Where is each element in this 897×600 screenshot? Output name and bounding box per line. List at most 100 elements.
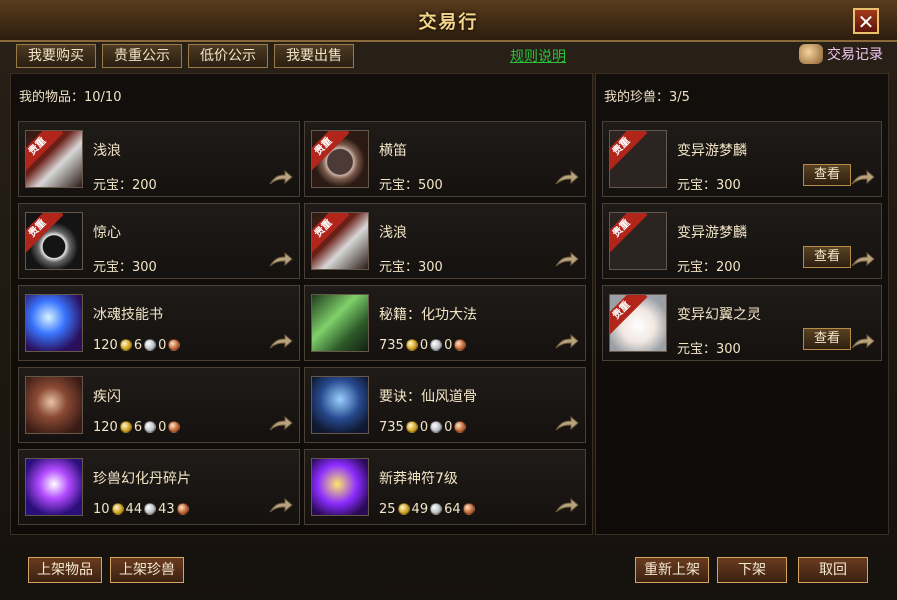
share-arrow-icon[interactable] bbox=[269, 170, 291, 186]
tab-low-price-notice[interactable]: 低价公示 bbox=[188, 44, 268, 68]
item-thumbnail bbox=[311, 376, 369, 434]
tab-bar: 我要购买 贵重公示 低价公示 我要出售 bbox=[16, 44, 354, 68]
item-card[interactable]: 要诀：仙风道骨 735 0 0 bbox=[304, 367, 586, 443]
copper-amount: 0 bbox=[444, 338, 453, 353]
share-arrow-icon[interactable] bbox=[555, 252, 577, 268]
silver-coin-icon bbox=[144, 502, 157, 515]
gold-coin-icon bbox=[405, 420, 418, 433]
item-card[interactable]: 疾闪 120 6 0 bbox=[18, 367, 300, 443]
share-arrow-icon[interactable] bbox=[269, 416, 291, 432]
item-card[interactable]: 冰魂技能书 120 6 0 bbox=[18, 285, 300, 361]
pet-card[interactable]: 贵重 变异幻翼之灵 元宝：300 查看 bbox=[602, 285, 882, 361]
pet-thumbnail: 贵重 bbox=[609, 294, 667, 352]
gold-coin-icon bbox=[119, 338, 132, 351]
price-value: 300 bbox=[716, 342, 741, 357]
view-pet-button[interactable]: 查看 bbox=[803, 328, 851, 350]
item-name: 浅浪 bbox=[379, 225, 407, 241]
pet-price: 元宝：200 bbox=[677, 256, 741, 275]
item-thumbnail bbox=[25, 458, 83, 516]
view-pet-button[interactable]: 查看 bbox=[803, 164, 851, 186]
item-card[interactable]: 贵重 惊心 元宝：300 bbox=[18, 203, 300, 279]
share-arrow-icon[interactable] bbox=[269, 252, 291, 268]
share-arrow-icon[interactable] bbox=[555, 334, 577, 350]
gold-coin-icon bbox=[119, 420, 132, 433]
item-name: 惊心 bbox=[93, 225, 121, 241]
valuable-ribbon: 贵重 bbox=[312, 131, 350, 173]
gold-coin-icon bbox=[111, 502, 124, 515]
price-label: 元宝： bbox=[677, 178, 717, 193]
silver-amount: 44 bbox=[125, 502, 143, 517]
share-arrow-icon[interactable] bbox=[555, 498, 577, 514]
item-name: 横笛 bbox=[379, 143, 407, 159]
copper-amount: 64 bbox=[444, 502, 461, 517]
tab-buy[interactable]: 我要购买 bbox=[16, 44, 96, 68]
pet-thumbnail: 贵重 bbox=[609, 212, 667, 270]
pet-name: 变异幻翼之灵 bbox=[677, 307, 761, 323]
price-label: 元宝： bbox=[93, 260, 133, 275]
price-label: 元宝： bbox=[379, 178, 419, 193]
item-name: 珍兽幻化丹碎片 bbox=[93, 471, 191, 487]
silver-coin-icon bbox=[144, 420, 157, 433]
copper-coin-icon bbox=[454, 338, 467, 351]
share-arrow-icon[interactable] bbox=[269, 334, 291, 350]
window-title: 交易行 bbox=[418, 12, 479, 33]
item-price: 元宝：500 bbox=[379, 174, 443, 193]
pet-card[interactable]: 贵重 变异游梦麟 元宝：200 查看 bbox=[602, 203, 882, 279]
list-item-button[interactable]: 上架物品 bbox=[28, 557, 102, 583]
item-card[interactable]: 珍兽幻化丹碎片 10 44 43 bbox=[18, 449, 300, 525]
item-card[interactable]: 贵重 浅浪 元宝：300 bbox=[304, 203, 586, 279]
copper-coin-icon bbox=[462, 502, 475, 515]
valuable-ribbon: 贵重 bbox=[610, 213, 648, 255]
price-value: 200 bbox=[716, 260, 741, 275]
item-price: 735 0 0 bbox=[379, 420, 468, 435]
close-button[interactable]: ✕ bbox=[853, 8, 879, 34]
unlist-button[interactable]: 下架 bbox=[717, 557, 787, 583]
trade-records-button[interactable]: 交易记录 bbox=[799, 44, 883, 64]
silver-amount: 0 bbox=[419, 420, 429, 435]
price-value: 300 bbox=[418, 260, 443, 275]
share-arrow-icon[interactable] bbox=[851, 334, 873, 350]
item-name: 秘籍：化功大法 bbox=[379, 307, 477, 323]
gold-amount: 735 bbox=[379, 338, 404, 353]
item-thumbnail: 贵重 bbox=[25, 130, 83, 188]
item-thumbnail bbox=[311, 294, 369, 352]
relist-button[interactable]: 重新上架 bbox=[635, 557, 709, 583]
price-value: 500 bbox=[418, 178, 443, 193]
item-card[interactable]: 秘籍：化功大法 735 0 0 bbox=[304, 285, 586, 361]
pet-name: 变异游梦麟 bbox=[677, 143, 747, 159]
share-arrow-icon[interactable] bbox=[851, 170, 873, 186]
item-thumbnail bbox=[25, 376, 83, 434]
list-pet-button[interactable]: 上架珍兽 bbox=[110, 557, 184, 583]
tab-sell[interactable]: 我要出售 bbox=[274, 44, 354, 68]
pet-card[interactable]: 贵重 变异游梦麟 元宝：300 查看 bbox=[602, 121, 882, 197]
share-arrow-icon[interactable] bbox=[555, 170, 577, 186]
item-card[interactable]: 贵重 横笛元宝：500 bbox=[304, 121, 586, 197]
item-price: 10 44 43 bbox=[93, 502, 191, 517]
item-price: 元宝：200 bbox=[93, 174, 157, 193]
item-price: 120 6 0 bbox=[93, 338, 182, 353]
silver-amount: 49 bbox=[411, 502, 429, 517]
view-pet-button[interactable]: 查看 bbox=[803, 246, 851, 268]
share-arrow-icon[interactable] bbox=[851, 252, 873, 268]
item-price: 25 49 64 bbox=[379, 502, 477, 517]
cancel-button[interactable]: 取回 bbox=[798, 557, 868, 583]
share-arrow-icon[interactable] bbox=[269, 498, 291, 514]
share-arrow-icon[interactable] bbox=[555, 416, 577, 432]
my-items-title: 我的物品：10/10 bbox=[19, 90, 122, 105]
gold-coin-icon bbox=[405, 338, 418, 351]
valuable-ribbon: 贵重 bbox=[312, 213, 350, 255]
tab-valuable-notice[interactable]: 贵重公示 bbox=[102, 44, 182, 68]
valuable-ribbon: 贵重 bbox=[26, 131, 64, 173]
rules-link[interactable]: 规则说明 bbox=[510, 46, 566, 66]
item-card[interactable]: 贵重 浅浪元宝：200 bbox=[18, 121, 300, 197]
trade-records-label: 交易记录 bbox=[827, 47, 883, 63]
item-card[interactable]: 新莽神符7级 25 49 64 bbox=[304, 449, 586, 525]
valuable-ribbon: 贵重 bbox=[26, 213, 64, 255]
gold-coin-icon bbox=[397, 502, 410, 515]
item-price: 120 6 0 bbox=[93, 420, 182, 435]
gold-amount: 120 bbox=[93, 420, 118, 435]
silver-amount: 6 bbox=[133, 338, 143, 353]
item-name: 新莽神符7级 bbox=[379, 471, 458, 487]
gold-amount: 735 bbox=[379, 420, 404, 435]
item-name: 浅浪 bbox=[93, 143, 121, 159]
